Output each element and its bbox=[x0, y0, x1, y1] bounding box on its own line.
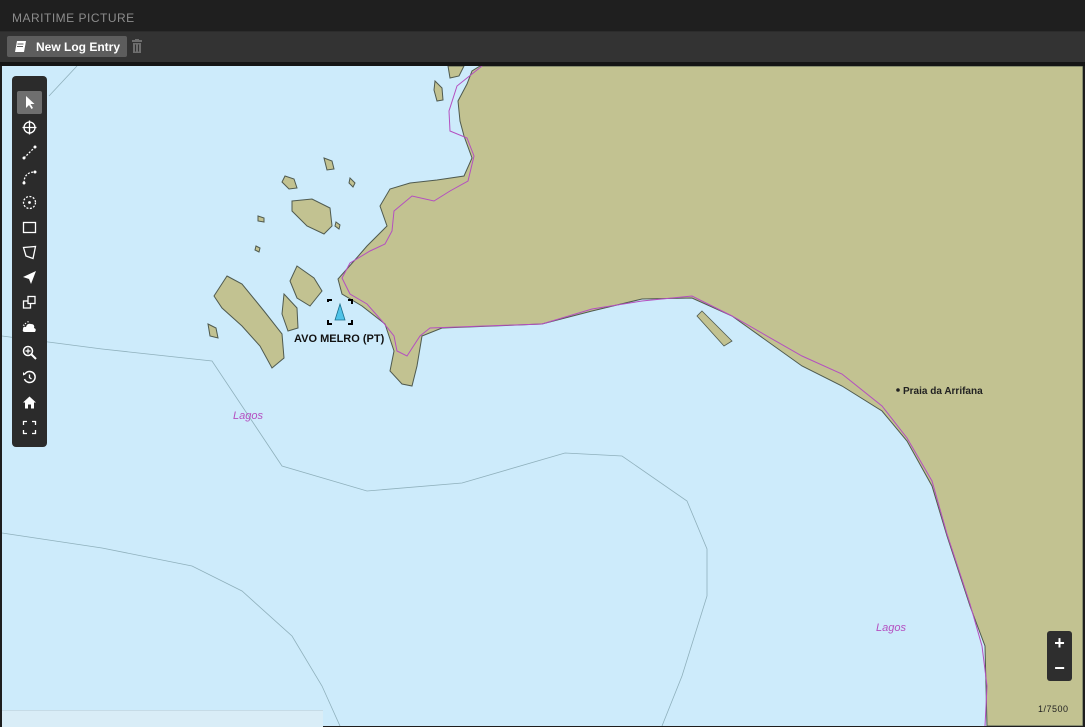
island bbox=[213, 275, 285, 369]
arc-icon[interactable] bbox=[17, 166, 42, 189]
area-label: Lagos bbox=[876, 622, 906, 634]
title-bar: MARITIME PICTURE bbox=[0, 0, 1085, 32]
new-log-entry-button[interactable]: New Log Entry bbox=[7, 36, 128, 57]
vessel-label[interactable]: AVO MELRO (PT) bbox=[294, 333, 384, 345]
trash-icon[interactable] bbox=[131, 39, 143, 53]
window-title: MARITIME PICTURE bbox=[12, 11, 135, 25]
zoom-out-button[interactable]: − bbox=[1047, 656, 1072, 681]
vessel-marker bbox=[327, 299, 353, 325]
log-toolbar: New Log Entry bbox=[0, 32, 1085, 62]
zoom-area-icon[interactable] bbox=[17, 341, 42, 364]
scale-readout: 1/7500 bbox=[1038, 704, 1069, 714]
book-icon bbox=[14, 40, 27, 53]
layers-icon[interactable] bbox=[17, 291, 42, 314]
area-label: Lagos bbox=[233, 410, 263, 422]
zoom-in-button[interactable]: + bbox=[1047, 631, 1072, 656]
new-log-entry-label: New Log Entry bbox=[36, 39, 121, 54]
select-pointer-icon[interactable] bbox=[17, 91, 42, 114]
polygon-icon[interactable] bbox=[17, 241, 42, 264]
crosshair-icon[interactable] bbox=[17, 116, 42, 139]
zoom-control: + − bbox=[1047, 631, 1072, 681]
map-tools-panel bbox=[12, 76, 47, 447]
measure-distance-icon[interactable] bbox=[17, 141, 42, 164]
place-label: Praia da Arrifana bbox=[903, 386, 983, 397]
circle-icon[interactable] bbox=[17, 191, 42, 214]
history-icon[interactable] bbox=[17, 366, 42, 389]
fullscreen-icon[interactable] bbox=[17, 416, 42, 439]
send-icon[interactable] bbox=[17, 266, 42, 289]
home-icon[interactable] bbox=[17, 391, 42, 414]
coordinates-panel bbox=[2, 710, 323, 727]
weather-icon[interactable] bbox=[17, 316, 42, 339]
rectangle-icon[interactable] bbox=[17, 216, 42, 239]
